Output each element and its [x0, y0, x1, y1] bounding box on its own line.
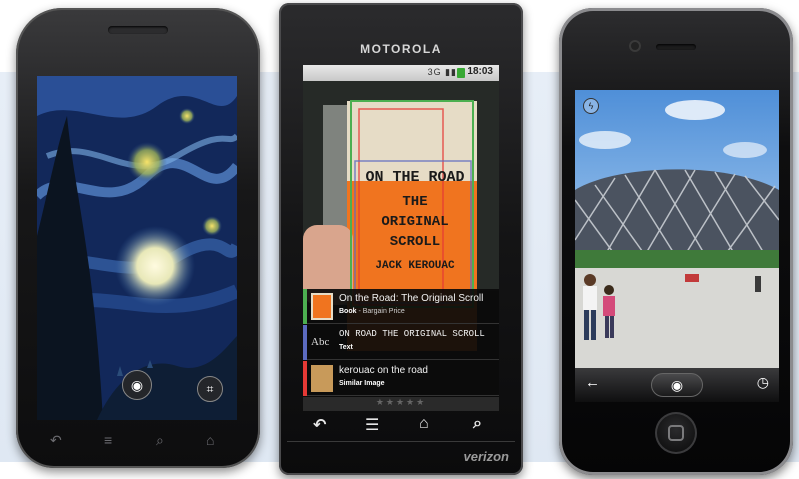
results-list: On the Road: The Original Scroll Book - …	[303, 289, 499, 397]
result-title: kerouac on the road	[339, 365, 428, 376]
phone-nexus-s: ◉ ⌗ ↶ ≡ ⌕ ⌂	[16, 8, 260, 468]
menu-icon[interactable]: ☰	[365, 415, 379, 435]
result-book[interactable]: On the Road: The Original Scroll Book - …	[303, 289, 499, 324]
camera-capture-button[interactable]: ◉	[651, 373, 703, 397]
carrier-logo: verizon	[463, 449, 509, 464]
book-cover-text: ON THE ROAD THE ORIGINAL SCROLL JACK KER…	[355, 169, 475, 272]
camera-capture-button[interactable]: ◉	[122, 370, 152, 400]
result-type: Similar Image	[339, 380, 385, 387]
capacitive-keys: ↶ ≡ ⌕ ⌂	[16, 420, 260, 460]
camera-icon: ◉	[670, 377, 684, 393]
camera-toolbar: ← ◉ ◷	[575, 368, 779, 402]
home-icon[interactable]: ⌂	[206, 432, 214, 448]
starry-night-painting	[37, 76, 237, 420]
back-icon[interactable]: ↶	[50, 432, 62, 449]
book-title-line-2: THE	[402, 194, 428, 210]
book-title-line-1: ON THE ROAD	[365, 169, 465, 186]
result-subtitle: Similar Image	[339, 380, 385, 387]
phone-motorola-droid: MOTOROLA ON THE ROAD THE ORIGINAL SCROLL…	[279, 3, 523, 475]
birds-nest-stadium-photo	[575, 90, 779, 368]
result-type: Book	[339, 308, 357, 315]
result-color-bar	[303, 289, 307, 324]
book-title-line-4: SCROLL	[389, 234, 441, 250]
book-title-line-3: ORIGINAL	[381, 214, 449, 230]
book-author: JACK KEROUAC	[375, 260, 455, 272]
result-similar-image[interactable]: kerouac on the road Similar Image	[303, 361, 499, 396]
navigation-keys: ↶ ☰ ⌂ ⌕	[303, 413, 499, 441]
status-bar: 3G ▮▮ 18:03	[303, 65, 499, 81]
result-type: Text	[339, 344, 353, 351]
home-square-icon	[668, 425, 684, 441]
back-arrow-icon[interactable]: ←	[585, 374, 600, 391]
home-button[interactable]	[655, 412, 697, 454]
home-icon[interactable]: ⌂	[419, 415, 429, 433]
result-subtitle: Text	[339, 344, 353, 351]
signal-icon: 3G ▮▮	[427, 67, 457, 77]
menu-icon[interactable]: ≡	[104, 432, 112, 448]
earpiece-speaker	[656, 44, 696, 50]
result-detail: - Bargain Price	[356, 308, 405, 315]
text-thumbnail: Abc	[311, 336, 330, 348]
phone-iphone-4: ϟ ← ◉ ◷	[559, 8, 793, 475]
rating-stars[interactable]: ★★★★★	[303, 397, 499, 411]
starry-night-screen: ◉ ⌗	[37, 76, 237, 420]
result-text[interactable]: Abc ON ROAD THE ORIGINAL SCROLL Text	[303, 325, 499, 360]
search-icon[interactable]: ⌕	[156, 432, 164, 449]
earpiece-speaker	[108, 26, 168, 34]
result-color-bar	[303, 361, 307, 396]
result-color-bar	[303, 325, 307, 360]
google-goggles-screen: ON THE ROAD THE ORIGINAL SCROLL JACK KER…	[303, 65, 499, 411]
result-title: On the Road: The Original Scroll	[339, 293, 484, 304]
search-icon[interactable]: ⌕	[473, 415, 482, 433]
book-thumbnail	[311, 293, 333, 320]
crop-icon: ⌗	[206, 382, 214, 396]
brand-logo: MOTOROLA	[360, 42, 442, 56]
back-icon[interactable]: ↶	[313, 415, 326, 435]
camera-icon: ◉	[130, 377, 144, 393]
result-subtitle: Book - Bargain Price	[339, 308, 405, 315]
front-camera	[629, 40, 641, 52]
history-icon[interactable]: ◷	[757, 374, 769, 391]
flash-toggle-icon[interactable]: ϟ	[583, 98, 599, 114]
similar-image-thumbnail	[311, 365, 333, 392]
result-title: ON ROAD THE ORIGINAL SCROLL	[339, 329, 485, 339]
battery-icon	[457, 68, 465, 78]
stadium-photo-screen: ϟ ← ◉ ◷	[575, 90, 779, 402]
crop-button[interactable]: ⌗	[197, 376, 223, 402]
status-clock: 18:03	[467, 66, 493, 77]
